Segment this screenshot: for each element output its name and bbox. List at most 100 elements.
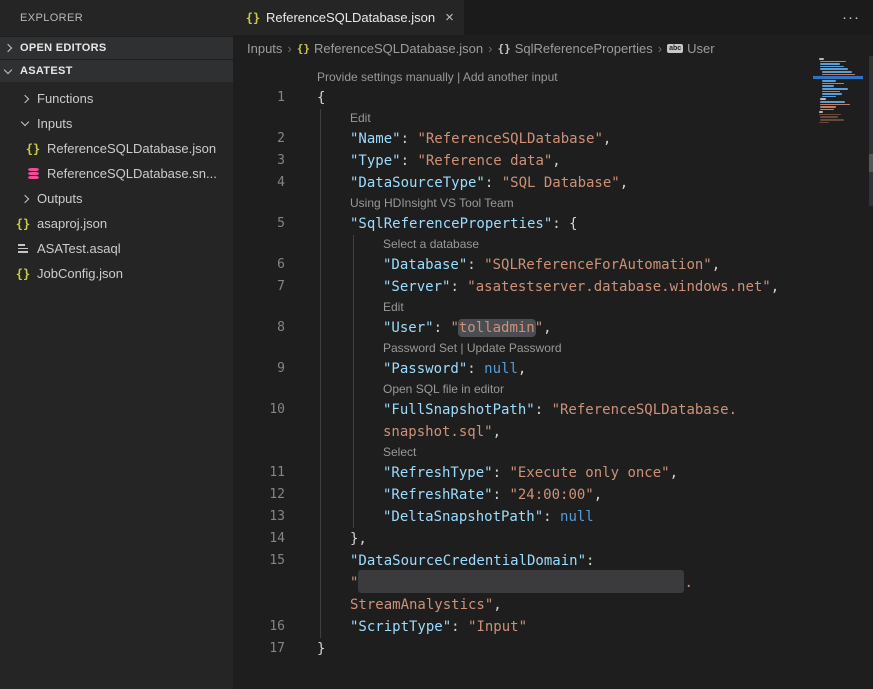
sidebar-item-inputs[interactable]: Inputs bbox=[0, 111, 233, 136]
breadcrumb-item-referencesqldatabase-json[interactable]: {}ReferenceSQLDatabase.json bbox=[297, 41, 483, 56]
line-number: 4 bbox=[233, 172, 285, 194]
codelens-links[interactable]: Select a database bbox=[317, 235, 873, 254]
codelens-links[interactable]: Select bbox=[317, 443, 873, 462]
code-text[interactable]: "ScriptType": "Input" bbox=[317, 616, 873, 638]
code-text[interactable]: ". bbox=[317, 572, 873, 594]
code-text[interactable]: }, bbox=[317, 528, 873, 550]
codelens-row: Select bbox=[233, 443, 873, 462]
codelens-links[interactable]: Provide settings manually | Add another … bbox=[317, 68, 873, 87]
codelens-links[interactable]: Edit bbox=[317, 109, 873, 128]
code-line-7: 7 "Server": "asatestserver.database.windo… bbox=[233, 276, 873, 298]
code-line-2: 2"Name": "ReferenceSQLDatabase", bbox=[233, 128, 873, 150]
line-number: 11 bbox=[233, 462, 285, 484]
codelens-row: Provide settings manually | Add another … bbox=[233, 68, 873, 87]
item-label: asaproj.json bbox=[37, 216, 107, 231]
code-text[interactable]: "DataSourceCredentialDomain": bbox=[317, 550, 873, 572]
chevron-right-icon bbox=[21, 94, 29, 102]
breadcrumb-item-inputs[interactable]: Inputs bbox=[247, 41, 282, 56]
codelens-links[interactable]: Using HDInsight VS Tool Team bbox=[317, 194, 873, 213]
sidebar-item-asatest-asaql[interactable]: ASATest.asaql bbox=[0, 236, 233, 261]
breadcrumb-separator: › bbox=[658, 41, 662, 56]
chevron-down-icon bbox=[4, 65, 12, 73]
code-text[interactable]: { bbox=[317, 87, 873, 109]
section-asatest[interactable]: ASATEST bbox=[0, 59, 233, 82]
code-text[interactable]: "Database": "SQLReferenceForAutomation", bbox=[317, 254, 873, 276]
code-line-9: 9"Password": null, bbox=[233, 358, 873, 380]
code-text[interactable]: "DataSourceType": "SQL Database", bbox=[317, 172, 873, 194]
code-text[interactable]: } bbox=[317, 638, 873, 660]
minimap-line bbox=[819, 111, 823, 113]
sidebar-item-referencesqldatabase-json[interactable]: {}ReferenceSQLDatabase.json bbox=[0, 136, 233, 161]
minimap-line bbox=[822, 93, 842, 95]
breadcrumb-label: SqlReferenceProperties bbox=[515, 41, 653, 56]
code-text[interactable]: "RefreshRate": "24:00:00", bbox=[317, 484, 873, 506]
code-text[interactable]: snapshot.sql", bbox=[317, 421, 873, 443]
minimap-line bbox=[822, 74, 855, 76]
minimap-line bbox=[820, 63, 840, 65]
line-number bbox=[233, 235, 285, 254]
code-text[interactable]: "Password": null, bbox=[317, 358, 873, 380]
codelens-links[interactable]: Open SQL file in editor bbox=[317, 380, 873, 399]
code-text[interactable]: "User": "tolladmin", bbox=[317, 317, 873, 339]
breadcrumb-item-user[interactable]: abc User bbox=[667, 41, 715, 56]
code-line-15: 15"DataSourceCredentialDomain": bbox=[233, 550, 873, 572]
breadcrumb-label: User bbox=[687, 41, 714, 56]
minimap[interactable] bbox=[817, 58, 859, 124]
code-text[interactable]: "RefreshType": "Execute only once", bbox=[317, 462, 873, 484]
tab-bar: {} ReferenceSQLDatabase.json × ··· bbox=[233, 0, 873, 35]
code-text[interactable]: "Type": "Reference data", bbox=[317, 150, 873, 172]
code-line-6: 6"Database": "SQLReferenceForAutomation"… bbox=[233, 254, 873, 276]
line-number: 7 bbox=[233, 276, 285, 298]
code-line-16: 16"ScriptType": "Input" bbox=[233, 616, 873, 638]
code-text[interactable]: "Server": "asatestserver.database.window… bbox=[317, 276, 873, 298]
line-number: 10 bbox=[233, 399, 285, 421]
line-number bbox=[233, 109, 285, 128]
tab-referencesqldatabase-json[interactable]: {} ReferenceSQLDatabase.json × bbox=[233, 0, 464, 35]
code-line-5: 5"SqlReferenceProperties": { bbox=[233, 213, 873, 235]
code-editor[interactable]: Provide settings manually | Add another … bbox=[233, 61, 873, 689]
minimap-highlight-line bbox=[813, 76, 863, 79]
vscode-window: EXPLORER OPEN EDITORS ASATEST FunctionsI… bbox=[0, 0, 873, 689]
code-text[interactable]: "Name": "ReferenceSQLDatabase", bbox=[317, 128, 873, 150]
breadcrumb-label: ReferenceSQLDatabase.json bbox=[314, 41, 483, 56]
code-line-wrap: snapshot.sql", bbox=[233, 421, 873, 443]
line-number bbox=[233, 421, 285, 443]
code-line-17: 17} bbox=[233, 638, 873, 660]
code-line-12: 12"RefreshRate": "24:00:00", bbox=[233, 484, 873, 506]
code-line-1: 1{ bbox=[233, 87, 873, 109]
codelens-links[interactable]: Edit bbox=[317, 298, 873, 317]
line-number: 17 bbox=[233, 638, 285, 660]
sidebar-item-outputs[interactable]: Outputs bbox=[0, 186, 233, 211]
chevron-right-icon bbox=[21, 194, 29, 202]
minimap-line bbox=[820, 66, 844, 68]
close-icon[interactable]: × bbox=[445, 10, 454, 25]
minimap-line bbox=[819, 58, 824, 60]
sidebar-item-jobconfig-json[interactable]: {}JobConfig.json bbox=[0, 261, 233, 286]
line-number: 3 bbox=[233, 150, 285, 172]
scrollbar-thumb[interactable] bbox=[869, 154, 873, 172]
sidebar-item-referencesqldatabase-sn[interactable]: ReferenceSQLDatabase.sn... bbox=[0, 161, 233, 186]
script-lines-icon bbox=[15, 244, 31, 253]
item-label: Functions bbox=[37, 91, 93, 106]
more-actions-icon[interactable]: ··· bbox=[829, 0, 873, 35]
item-label: Inputs bbox=[37, 116, 72, 131]
breadcrumb-item-sqlreferenceproperties[interactable]: {}SqlReferenceProperties bbox=[497, 41, 652, 56]
section-open-editors[interactable]: OPEN EDITORS bbox=[0, 36, 233, 59]
code-line-14: 14}, bbox=[233, 528, 873, 550]
code-text[interactable]: "FullSnapshotPath": "ReferenceSQLDatabas… bbox=[317, 399, 873, 421]
codelens-links[interactable]: Password Set | Update Password bbox=[317, 339, 873, 358]
abc-string-icon: abc bbox=[667, 44, 683, 53]
sidebar-item-functions[interactable]: Functions bbox=[0, 86, 233, 111]
breadcrumb-label: Inputs bbox=[247, 41, 282, 56]
code-line-11: 11 "RefreshType": "Execute only once", bbox=[233, 462, 873, 484]
code-line-wrap: StreamAnalystics", bbox=[233, 594, 873, 616]
code-line-13: 13"DeltaSnapshotPath": null bbox=[233, 506, 873, 528]
json-braces-icon: {} bbox=[15, 267, 31, 281]
json-braces-icon: {} bbox=[25, 142, 41, 156]
sidebar-item-asaproj-json[interactable]: {}asaproj.json bbox=[0, 211, 233, 236]
minimap-line bbox=[820, 98, 826, 100]
code-text[interactable]: "DeltaSnapshotPath": null bbox=[317, 506, 873, 528]
code-text[interactable]: "SqlReferenceProperties": { bbox=[317, 213, 873, 235]
code-text[interactable]: StreamAnalystics", bbox=[317, 594, 873, 616]
scrollbar[interactable] bbox=[869, 56, 873, 206]
